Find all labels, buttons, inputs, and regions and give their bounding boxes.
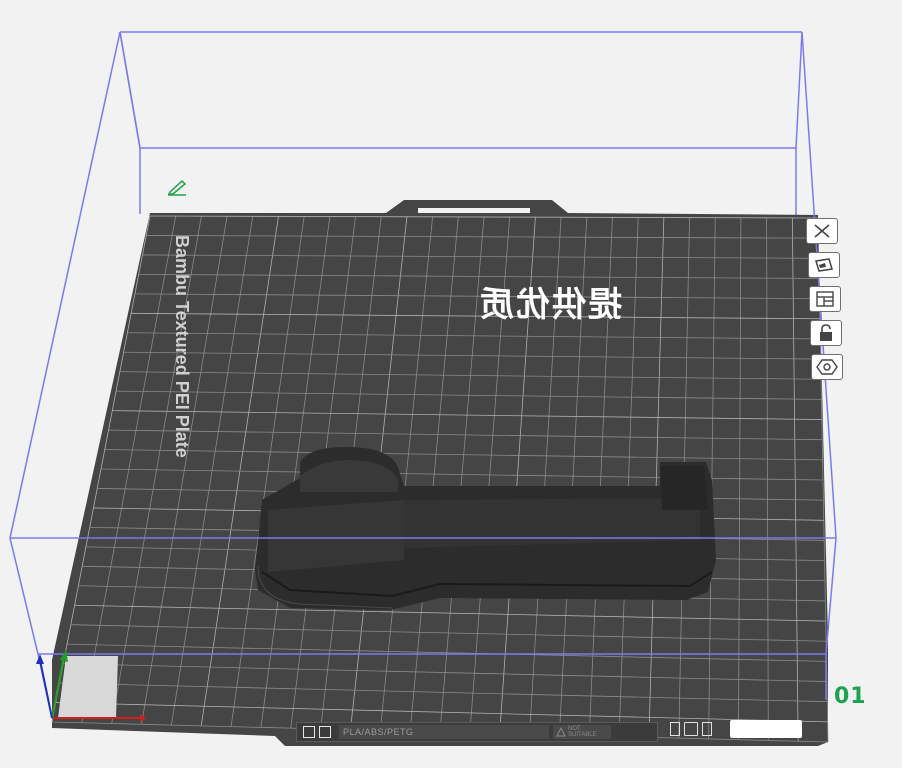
close-plate-button[interactable] <box>806 218 838 244</box>
embossed-text: 提供优质 <box>478 285 622 325</box>
arrange-icon <box>816 291 834 307</box>
arrange-button[interactable] <box>809 286 841 312</box>
filament-types-label: PLA/ABS/PETG <box>339 725 549 739</box>
plate-handle-slot <box>418 208 530 213</box>
settings-hexagon-icon <box>816 359 838 375</box>
close-icon <box>814 224 830 238</box>
plate-settings-button[interactable] <box>811 354 843 380</box>
3d-viewport[interactable]: Bambu Textured PEI Plate 提供优质 01 PLA/ABS… <box>0 0 902 768</box>
plate-layout-icon <box>319 726 331 738</box>
lock-plate-button[interactable] <box>810 320 842 346</box>
build-plate[interactable] <box>51 200 829 746</box>
edit-plate-name-icon[interactable] <box>166 178 188 196</box>
plate-toolbar <box>806 218 844 380</box>
plate-number: 01 <box>834 684 867 709</box>
pick-plate-icon <box>815 258 833 272</box>
origin-zone <box>58 656 118 718</box>
plate-status-bar: PLA/ABS/PETG NOT SUITABLE <box>296 722 658 742</box>
scene: Bambu Textured PEI Plate 提供优质 <box>9 31 837 746</box>
warning-indicator: NOT SUITABLE <box>553 725 611 739</box>
plate-name-input[interactable] <box>730 720 802 738</box>
warning-icon <box>556 727 566 737</box>
upload-icon[interactable] <box>670 722 680 736</box>
z-axis <box>39 659 53 719</box>
pick-plate-button[interactable] <box>808 252 840 278</box>
delete-icon[interactable] <box>702 722 712 736</box>
plate-type-label: Bambu Textured PEI Plate <box>172 235 192 458</box>
plate-box-icon[interactable] <box>684 722 698 736</box>
z-axis-arrow <box>36 654 44 664</box>
lock-icon <box>820 324 832 341</box>
plate-type-icon <box>303 726 315 738</box>
plate-actions <box>670 722 712 736</box>
warning-label: NOT SUITABLE <box>568 726 597 738</box>
bounding-box-back <box>119 31 803 220</box>
